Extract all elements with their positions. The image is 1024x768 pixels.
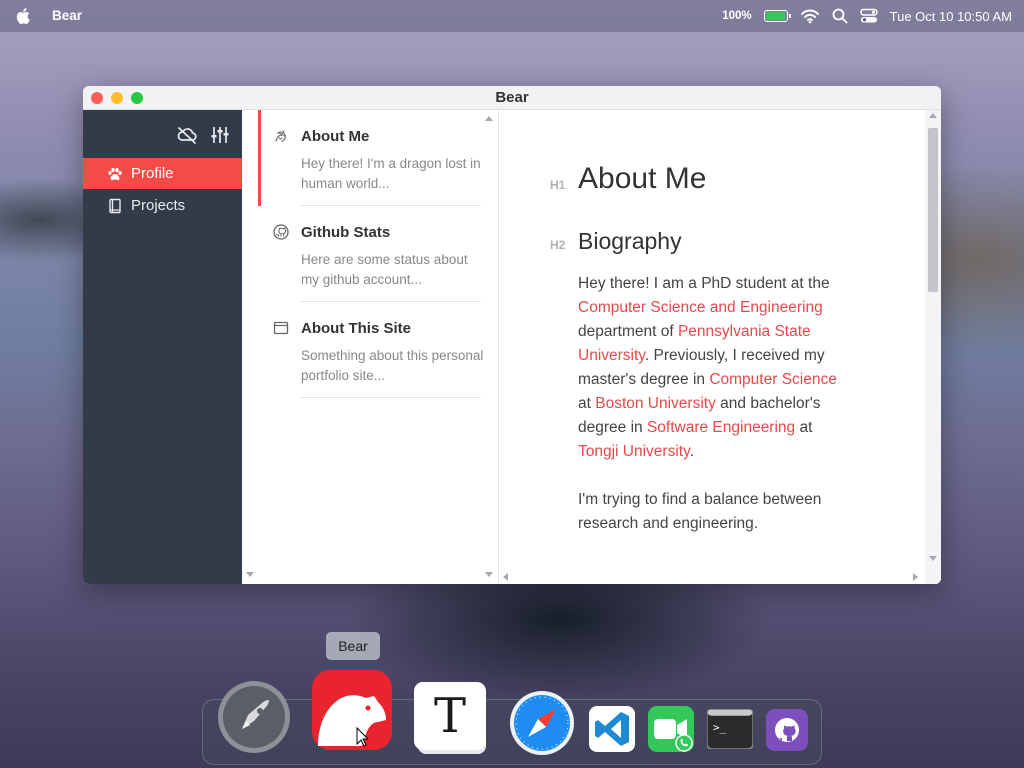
sidebar: Profile Projects [83, 110, 242, 584]
browser-window-icon [273, 321, 289, 335]
svg-text:>_: >_ [713, 721, 727, 734]
battery-fill [765, 12, 785, 20]
vscode-icon[interactable] [589, 706, 635, 752]
github-desktop-icon[interactable] [766, 709, 808, 751]
note-body[interactable]: Hey there! I am a PhD student at the Com… [578, 272, 846, 560]
biography-paragraph[interactable]: Hey there! I am a PhD student at the Com… [578, 272, 846, 464]
note-title: Github Stats [301, 224, 391, 241]
facetime-icon[interactable] [648, 706, 694, 752]
sidebar-item-label: Projects [131, 197, 186, 214]
dragon-icon [275, 130, 286, 142]
note-divider [301, 397, 481, 398]
apple-icon[interactable] [16, 7, 32, 25]
h1-hint: H1 [550, 178, 566, 192]
bear-icon[interactable] [312, 670, 392, 750]
dock-tooltip: Bear [326, 632, 380, 660]
github-icon [273, 224, 289, 240]
note-list: About Me Hey there! I'm a dragon lost in… [242, 110, 499, 584]
editor-scroll-up[interactable] [929, 113, 937, 118]
battery-icon[interactable] [763, 10, 791, 22]
control-center-icon[interactable] [859, 8, 878, 24]
svg-text:T: T [434, 688, 466, 744]
window-title: Bear [495, 89, 529, 106]
note-title: About This Site [301, 320, 411, 337]
window-titlebar[interactable]: Bear [83, 86, 941, 110]
menu-bar: Bear 100% Tue Oct 10 10:50 AM [0, 0, 1024, 32]
book-icon [109, 198, 121, 213]
typora-icon[interactable]: T [412, 680, 492, 756]
sidebar-scroll-down[interactable] [246, 572, 254, 577]
body-text-segment: at [795, 419, 813, 436]
body-link[interactable]: Tongji University [578, 443, 690, 460]
editor-scroll-left[interactable] [503, 573, 508, 581]
status-area: 100% Tue Oct 10 10:50 AM [722, 0, 1012, 32]
bear-window: Bear Profile Projects About Me Hey there… [83, 86, 941, 584]
note-title: About Me [301, 128, 370, 145]
body-text-segment: . [689, 443, 695, 460]
body-link[interactable]: Computer Science and Engineering [578, 299, 823, 316]
note-excerpt: Hey there! I'm a dragon lost in human wo… [301, 156, 481, 191]
editor-scrollbar[interactable] [925, 110, 941, 584]
balance-paragraph[interactable]: I'm trying to find a balance between res… [578, 488, 846, 536]
editor-scroll-thumb[interactable] [928, 128, 938, 292]
battery-percent: 100% [722, 10, 752, 22]
body-link[interactable]: Boston University [595, 395, 716, 412]
body-link[interactable]: Software Engineering [647, 419, 795, 436]
body-text-segment: at [578, 395, 596, 412]
sidebar-item-projects[interactable]: Projects [83, 190, 242, 221]
sidebar-item-profile[interactable]: Profile [83, 158, 242, 189]
body-text-segment: Hey there! I am a PhD student at the [578, 275, 830, 292]
note-excerpt: Something about this personal portfolio … [301, 348, 484, 383]
wifi-icon[interactable] [800, 8, 820, 24]
cloud-off-icon[interactable] [176, 124, 198, 146]
paw-icon [108, 167, 122, 180]
sliders-icon[interactable] [209, 124, 231, 146]
h2-hint: H2 [550, 238, 566, 252]
safari-icon[interactable] [508, 689, 576, 757]
editor-horizontal-scrollbar[interactable] [499, 570, 925, 584]
body-text-segment: department of [578, 323, 678, 340]
sidebar-item-label: Profile [131, 165, 174, 182]
note-heading-1[interactable]: About Me [578, 162, 706, 196]
editor-scroll-right[interactable] [913, 573, 918, 581]
search-icon[interactable] [832, 8, 848, 24]
note-item-about-this-site[interactable]: About This Site Something about this per… [242, 302, 499, 398]
note-item-about-me[interactable]: About Me Hey there! I'm a dragon lost in… [242, 110, 499, 206]
editor-scroll-down[interactable] [929, 556, 937, 561]
menu-clock[interactable]: Tue Oct 10 10:50 AM [890, 9, 1012, 24]
selected-note-marker [258, 110, 261, 206]
menu-app-name[interactable]: Bear [52, 8, 82, 23]
note-editor[interactable]: H1 About Me H2 Biography Hey there! I am… [499, 110, 941, 584]
body-link[interactable]: Computer Science [709, 371, 837, 388]
terminal-icon[interactable]: >_ [707, 709, 753, 749]
launchpad-icon[interactable] [216, 679, 292, 755]
mouse-cursor [356, 727, 368, 747]
note-item-github-stats[interactable]: Github Stats Here are some status about … [242, 206, 499, 302]
note-excerpt: Here are some status about my github acc… [301, 252, 468, 287]
note-heading-2[interactable]: Biography [578, 228, 682, 255]
note-list-scroll-up[interactable] [485, 116, 493, 121]
note-list-scroll-down[interactable] [485, 572, 493, 577]
